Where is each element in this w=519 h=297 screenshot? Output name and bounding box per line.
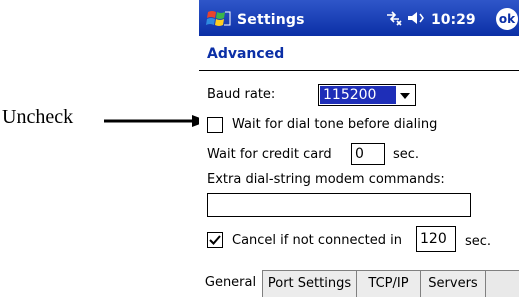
- device-screen: Settings 10:29 ok Advanced Baud rate: 11…: [199, 0, 519, 297]
- clock[interactable]: 10:29: [431, 12, 476, 28]
- callout-label: Uncheck: [2, 106, 74, 128]
- title-bar: Settings 10:29 ok: [199, 0, 519, 36]
- credit-card-wait-input[interactable]: 0: [351, 143, 385, 165]
- windows-start-icon[interactable]: [205, 9, 231, 33]
- credit-card-unit: sec.: [393, 147, 420, 162]
- cancel-timeout-input[interactable]: 120: [416, 226, 456, 252]
- tab-general[interactable]: General: [199, 270, 263, 297]
- baud-rate-select[interactable]: 115200: [318, 84, 416, 106]
- tab-servers[interactable]: Servers: [421, 271, 486, 297]
- tab-tcp-ip[interactable]: TCP/IP: [357, 271, 421, 297]
- extra-dial-label: Extra dial-string modem commands:: [207, 172, 445, 187]
- heading-divider: [199, 70, 519, 71]
- page-title: Advanced: [207, 46, 285, 62]
- check-icon: [209, 235, 221, 245]
- ok-button[interactable]: ok: [496, 8, 518, 30]
- baud-rate-value: 115200: [320, 86, 396, 104]
- dial-tone-checkbox[interactable]: [207, 117, 223, 133]
- tab-port-settings[interactable]: Port Settings: [263, 271, 357, 297]
- dial-tone-label[interactable]: Wait for dial tone before dialing: [232, 117, 437, 132]
- credit-card-label: Wait for credit card: [207, 147, 332, 162]
- cancel-timeout-unit: sec.: [465, 234, 492, 249]
- cancel-timeout-checkbox[interactable]: [207, 232, 223, 248]
- cancel-timeout-label[interactable]: Cancel if not connected in: [232, 233, 402, 248]
- volume-icon[interactable]: [407, 10, 427, 30]
- tab-bar: General Port Settings TCP/IP Servers: [199, 270, 519, 297]
- app-title: Settings: [237, 12, 305, 28]
- connectivity-icon[interactable]: [385, 10, 403, 30]
- callout-arrow-icon: [104, 115, 208, 127]
- extra-dial-input[interactable]: [207, 193, 471, 217]
- chevron-down-icon[interactable]: [400, 93, 410, 99]
- baud-rate-label: Baud rate:: [207, 87, 276, 102]
